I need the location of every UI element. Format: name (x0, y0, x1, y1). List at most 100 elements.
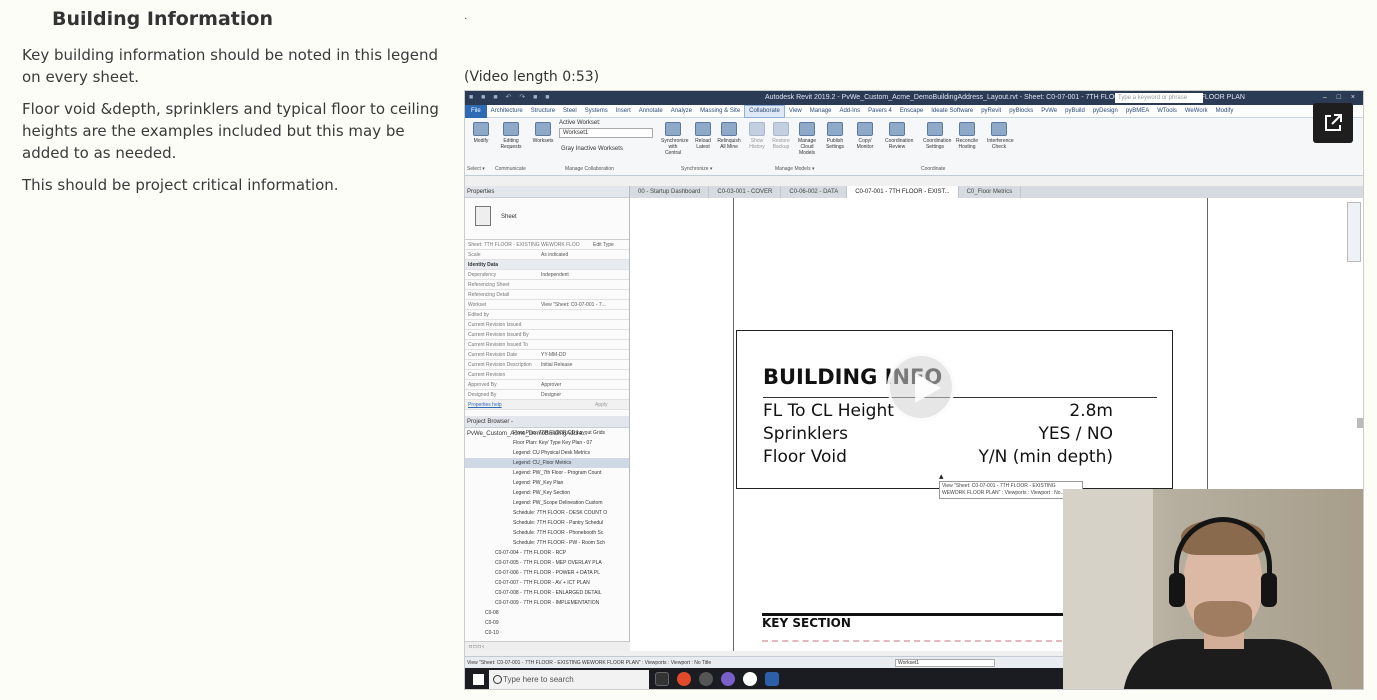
article: Building Information Key building inform… (22, 0, 442, 196)
group-manage-collaboration: Manage Collaboration (565, 166, 614, 172)
key-section-dash (762, 640, 1062, 642)
menu-view: View (788, 108, 802, 114)
properties-header: Properties (465, 186, 629, 198)
active-workset-label: Active Workset: (559, 120, 601, 126)
properties-and-browser: Properties Sheet Sheet: 7TH FLOOR - EXIS… (465, 186, 630, 651)
type-label: Sheet (501, 214, 517, 220)
view-tab: 00 - Startup Dashboard (630, 186, 710, 198)
group-select: Select ▾ (467, 166, 485, 172)
group-manage-models: Manage Models ▾ (775, 166, 815, 172)
browser-item: C0-08 (485, 610, 499, 616)
revit-icon (765, 672, 779, 686)
menu-systems: Systems (584, 108, 608, 114)
ribbon-editing-requests: Editing Requests (499, 122, 523, 150)
key-section-title: KEY SECTION (762, 616, 851, 630)
play-button[interactable] (887, 353, 955, 421)
menu-massing-site: Massing & Site (700, 108, 741, 114)
browser-item: Schedule: 7TH FLOOR - Pantry Schedul (513, 520, 604, 526)
property-row: Approved By Approver (465, 380, 629, 390)
ribbon-sync: Synchronize with Central (661, 122, 689, 156)
instance-selector: Sheet: 7TH FLOOR - EXISTING WEWORK FLOO … (465, 240, 629, 250)
browser-item: C0-07-008 - 7TH FLOOR - ENLARGED DETAIL (495, 590, 602, 596)
ribbon-modify: Modify (469, 122, 493, 144)
legend-row-floor-void: Floor Void Y/N (min depth) (763, 447, 1113, 467)
ribbon-coordination-settings: Coordination Settings (923, 122, 951, 150)
menu-wtools: WTools (1157, 108, 1177, 114)
menu-pyrevit: pyRevit (981, 108, 1002, 114)
taskbar-search: Type here to search (489, 670, 649, 689)
menu-add-ins: Add-Ins (839, 108, 861, 114)
legend-rule (763, 397, 1157, 398)
property-row: Current Revision Description Initial Rele… (465, 360, 629, 370)
ribbon-reconcile-hosting: Reconcile Hosting (955, 122, 979, 150)
external-link-icon (1325, 114, 1342, 131)
properties-rows: Scale As indicated Identity Data Dependency… (465, 250, 629, 400)
menu-pybmea: pyBMEA (1125, 108, 1150, 114)
property-row: Workset View "Sheet: C0-07-001 - 7... (465, 300, 629, 310)
sheet-border-left (733, 198, 734, 651)
open-external-button[interactable] (1313, 103, 1353, 143)
browser-item: C0-07-009 - 7TH FLOOR - IMPLEMENTATION (495, 600, 600, 606)
properties-help-link: Properties help (468, 402, 502, 408)
task-view-icon (655, 672, 669, 686)
property-row: Referencing Sheet (465, 280, 629, 290)
menu-wework: WeWork (1184, 108, 1208, 114)
quick-access-toolbar: ■ ■ ■ ↶ ↷ ■ ■ (469, 94, 553, 101)
browser-item: Schedule: 7TH FLOOR - PW - Room Sch (513, 540, 605, 546)
property-row: Edited by (465, 310, 629, 320)
group-communicate: Communicate (495, 166, 526, 172)
browser-item: Legend: PW_Scope Delineation Custom (513, 500, 603, 506)
menu-modify: Modify (1215, 108, 1234, 114)
menu-pydesign: pyDesign (1092, 108, 1118, 114)
browser-item: C0-07-004 - 7TH FLOOR - RCP (495, 550, 567, 556)
property-row: Identity Data (465, 260, 629, 270)
properties-footer: Properties help Apply (465, 400, 629, 410)
building-info-legend: BUILDING INFO FL To CL Height 2.8m Sprin… (736, 330, 1173, 489)
group-synchronize: Synchronize ▾ (681, 166, 713, 172)
menu-ideate-software: Ideate Software (931, 108, 974, 114)
paragraph-3: This should be project critical informat… (22, 176, 339, 194)
browser-item: C0-07-006 - 7TH FLOOR - POWER + DATA PL (495, 570, 600, 576)
property-row: Current Revision Issued To (465, 340, 629, 350)
menu-file: File (465, 105, 487, 118)
view-tabs: 00 - Startup Dashboard C0-03-001 - COVER C… (630, 186, 1363, 198)
sheet-icon (475, 206, 491, 226)
view-tab: C0-03-001 - COVER (709, 186, 782, 198)
ribbon-copy-monitor: Copy/ Monitor (853, 122, 877, 150)
browser-item: C0-09 (485, 620, 499, 626)
browser-item: Legend: PW_Key Section (513, 490, 570, 496)
browser-item: C0-10 (485, 630, 499, 636)
project-browser-tree: Floor Plan: 7TH FLOOR CD Layout Grids Flo… (465, 428, 629, 638)
project-browser-header: Project Browser - PvWe_Custom_Acme_DemoB… (465, 416, 629, 437)
view-tab: C0_Floor Metrics (959, 186, 1022, 198)
revit-menu-bar: File Architecture Structure Steel Systems Ins… (465, 105, 1363, 118)
app-icon (699, 672, 713, 686)
menu-pavers-4: Pavers 4 (868, 108, 892, 114)
browser-item: C0-07-007 - 7TH FLOOR - AV + ICT PLAN (495, 580, 590, 586)
revit-title-bar: ■ ■ ■ ↶ ↷ ■ ■ Autodesk Revit 2019.2 - Pv… (465, 91, 1363, 105)
ribbon-reload: Reload Latest (691, 122, 715, 150)
ribbon-relinquish: Relinquish All Mine (717, 122, 741, 150)
type-selector: Sheet (465, 198, 629, 240)
video-player[interactable]: ■ ■ ■ ↶ ↷ ■ ■ Autodesk Revit 2019.2 - Pv… (464, 90, 1364, 690)
browser-item: Legend: CU_Floor Metrics (465, 458, 629, 468)
ribbon-interference-check: Interference Check (987, 122, 1014, 150)
browser-item: C0-07-005 - 7TH FLOOR - MEP OVERLAY PLA (495, 560, 602, 566)
viewport-tooltip: View "Sheet: C0-07-001 - 7TH FLOOR - EXI… (939, 481, 1083, 499)
property-row: Current Revision Date YY-MM-DD (465, 350, 629, 360)
legend-row-sprinklers: Sprinklers YES / NO (763, 424, 1113, 444)
browser-item: Schedule: 7TH FLOOR - DESK COUNT O (513, 510, 608, 516)
ribbon-coordination-review: Coordination Review (885, 122, 913, 150)
property-row: Designed By Designer (465, 390, 629, 400)
browser-item: Legend: PW_Key Plan (513, 480, 564, 486)
teams-icon (721, 672, 735, 686)
group-coordinate: Coordinate (921, 166, 946, 172)
browser-item: Schedule: 7TH FLOOR - Phonebooth Sc (513, 530, 604, 536)
ribbon-worksets: Worksets (531, 122, 555, 144)
chrome-icon (677, 672, 691, 686)
menu-collaborate: Collaborate (744, 105, 785, 118)
menu-pyblocks: pyBlocks (1009, 108, 1034, 114)
revit-search-box: Type a keyword or phrase (1115, 93, 1203, 103)
property-row: Current Revision Issued (465, 320, 629, 330)
menu-structure: Structure (530, 108, 556, 114)
